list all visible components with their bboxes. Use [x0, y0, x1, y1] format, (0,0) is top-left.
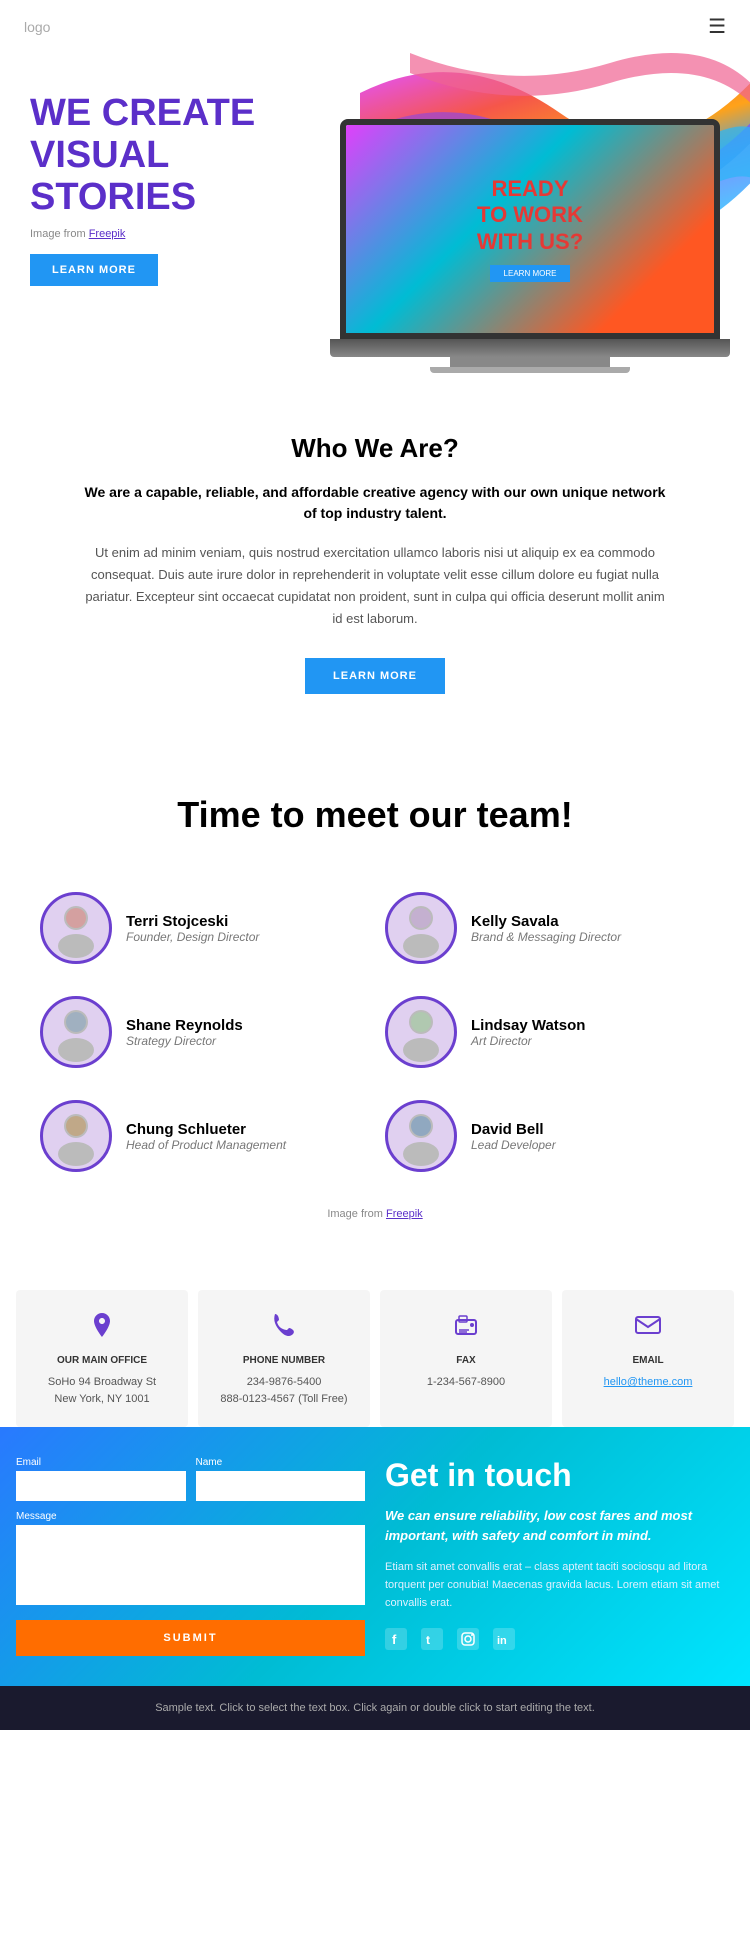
logo: logo: [24, 19, 50, 35]
member-role: Strategy Director: [126, 1034, 243, 1048]
member-info: David Bell Lead Developer: [471, 1121, 556, 1152]
team-grid: Terri Stojceski Founder, Design Director…: [30, 876, 720, 1188]
member-info: Terri Stojceski Founder, Design Director: [126, 913, 259, 944]
get-in-touch-section: Email Name Message SUBMIT Get in touch W…: [0, 1427, 750, 1686]
contact-card-email: EMAIL hello@theme.com: [562, 1290, 734, 1427]
instagram-icon[interactable]: [457, 1628, 479, 1655]
member-name: Chung Schlueter: [126, 1121, 286, 1138]
member-name: Shane Reynolds: [126, 1017, 243, 1034]
member-role: Art Director: [471, 1034, 585, 1048]
member-name: Lindsay Watson: [471, 1017, 585, 1034]
contact-form: Email Name Message SUBMIT: [16, 1457, 365, 1656]
twitter-icon[interactable]: t: [421, 1628, 443, 1655]
screen-btn: LEARN MORE: [490, 265, 571, 282]
team-source: Image from Freepik: [30, 1208, 720, 1220]
team-member: Kelly Savala Brand & Messaging Director: [375, 876, 720, 980]
svg-text:in: in: [497, 1635, 507, 1647]
avatar: [385, 892, 457, 964]
member-name: Terri Stojceski: [126, 913, 259, 930]
avatar: [385, 1100, 457, 1172]
card-value: hello@theme.com: [574, 1374, 722, 1391]
contact-card-phone: PHONE NUMBER 234-9876-5400888-0123-4567 …: [198, 1290, 370, 1427]
avatar: [385, 996, 457, 1068]
svg-text:f: f: [392, 1632, 397, 1647]
form-row-email-name: Email Name: [16, 1457, 365, 1501]
team-member: Lindsay Watson Art Director: [375, 980, 720, 1084]
phone-icon: [210, 1310, 358, 1347]
team-member: Chung Schlueter Head of Product Manageme…: [30, 1084, 375, 1188]
get-in-touch-description: Etiam sit amet convallis erat – class ap…: [385, 1559, 734, 1612]
who-heading: Who We Are?: [80, 433, 670, 464]
card-title: FAX: [392, 1355, 540, 1366]
get-in-touch-heading: Get in touch: [385, 1457, 734, 1494]
card-value: 234-9876-5400888-0123-4567 (Toll Free): [210, 1374, 358, 1407]
member-info: Lindsay Watson Art Director: [471, 1017, 585, 1048]
facebook-icon[interactable]: f: [385, 1628, 407, 1655]
member-name: Kelly Savala: [471, 913, 621, 930]
member-role: Brand & Messaging Director: [471, 930, 621, 944]
hero-learn-more-button[interactable]: LEARN MORE: [30, 254, 158, 286]
hero-source: Image from Freepik: [30, 228, 260, 240]
laptop-mockup: READY TO WORK WITH US? LEARN MORE: [320, 119, 740, 373]
member-role: Lead Developer: [471, 1138, 556, 1152]
footer-note: Sample text. Click to select the text bo…: [0, 1686, 750, 1730]
email-label: Email: [16, 1457, 186, 1468]
member-role: Founder, Design Director: [126, 930, 259, 944]
avatar: [40, 892, 112, 964]
team-member: Shane Reynolds Strategy Director: [30, 980, 375, 1084]
linkedin-icon[interactable]: in: [493, 1628, 515, 1655]
submit-button[interactable]: SUBMIT: [16, 1620, 365, 1656]
email-icon: [574, 1310, 722, 1347]
navbar: logo ☰: [0, 0, 750, 53]
contact-info-side: Get in touch We can ensure reliability, …: [385, 1457, 734, 1656]
message-label: Message: [16, 1511, 365, 1522]
who-learn-more-button[interactable]: LEARN MORE: [305, 658, 445, 694]
contact-card-office: OUR MAIN OFFICE SoHo 94 Broadway StNew Y…: [16, 1290, 188, 1427]
who-body-text: Ut enim ad minim veniam, quis nostrud ex…: [80, 542, 670, 630]
message-field[interactable]: [16, 1525, 365, 1605]
team-heading: Time to meet our team!: [30, 794, 720, 836]
member-info: Chung Schlueter Head of Product Manageme…: [126, 1121, 286, 1152]
hero-image: READY TO WORK WITH US? LEARN MORE: [300, 53, 750, 373]
member-role: Head of Product Management: [126, 1138, 286, 1152]
card-value: 1-234-567-8900: [392, 1374, 540, 1391]
get-in-touch-tagline: We can ensure reliability, low cost fare…: [385, 1506, 734, 1545]
card-title: PHONE NUMBER: [210, 1355, 358, 1366]
member-name: David Bell: [471, 1121, 556, 1138]
location-icon: [28, 1310, 176, 1347]
who-we-are-section: Who We Are? We are a capable, reliable, …: [0, 373, 750, 744]
fax-icon: [392, 1310, 540, 1347]
avatar: [40, 996, 112, 1068]
screen-text: READY TO WORK WITH US?: [477, 176, 583, 255]
contact-card-fax: FAX 1-234-567-8900: [380, 1290, 552, 1427]
name-field[interactable]: [196, 1471, 366, 1501]
hero-text-block: WE CREATE VISUAL STORIES Image from Free…: [30, 93, 260, 286]
avatar: [40, 1100, 112, 1172]
contact-cards: OUR MAIN OFFICE SoHo 94 Broadway StNew Y…: [0, 1250, 750, 1427]
member-info: Kelly Savala Brand & Messaging Director: [471, 913, 621, 944]
email-field[interactable]: [16, 1471, 186, 1501]
who-bold-text: We are a capable, reliable, and affordab…: [80, 482, 670, 524]
team-section: Time to meet our team! Terri Stojceski F…: [0, 744, 750, 1250]
team-member: David Bell Lead Developer: [375, 1084, 720, 1188]
card-title: EMAIL: [574, 1355, 722, 1366]
card-title: OUR MAIN OFFICE: [28, 1355, 176, 1366]
svg-text:t: t: [426, 1633, 430, 1647]
hero-section: WE CREATE VISUAL STORIES Image from Free…: [0, 53, 750, 373]
menu-icon[interactable]: ☰: [708, 14, 726, 39]
social-icons: f t in: [385, 1628, 734, 1655]
card-value: SoHo 94 Broadway StNew York, NY 1001: [28, 1374, 176, 1407]
member-info: Shane Reynolds Strategy Director: [126, 1017, 243, 1048]
hero-headline: WE CREATE VISUAL STORIES: [30, 93, 260, 218]
team-member: Terri Stojceski Founder, Design Director: [30, 876, 375, 980]
name-label: Name: [196, 1457, 366, 1468]
